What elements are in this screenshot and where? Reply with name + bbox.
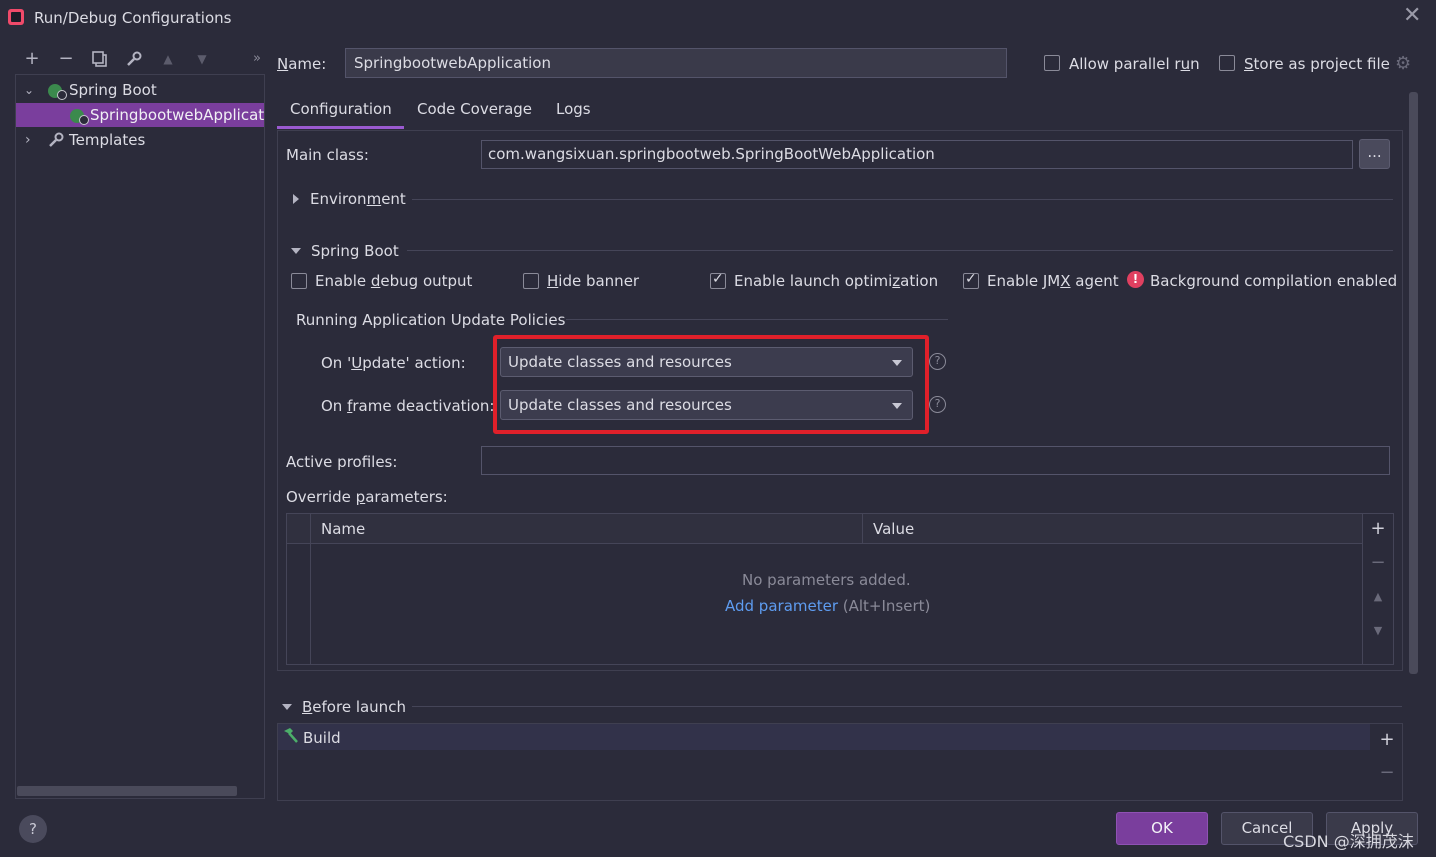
window-title: Run/Debug Configurations <box>34 9 232 27</box>
before-launch-section-toggle[interactable]: Before launch <box>302 698 406 716</box>
spring-boot-icon <box>48 84 67 100</box>
background-compilation-status: Background compilation enabled <box>1150 272 1398 290</box>
enable-jmx-agent-checkbox[interactable] <box>963 271 979 289</box>
move-up-icon[interactable]: ▲ <box>1368 590 1388 603</box>
enable-debug-output-checkbox[interactable] <box>291 273 307 289</box>
column-divider <box>862 514 863 544</box>
update-policies-title: Running Application Update Policies <box>296 311 566 329</box>
more-actions-icon[interactable]: » <box>246 48 268 70</box>
tree-item-label: Spring Boot <box>69 81 157 99</box>
hide-banner-label: Hide banner <box>547 272 640 290</box>
tree-item-templates[interactable]: › Templates <box>16 128 264 155</box>
hammer-icon <box>281 727 299 749</box>
spring-boot-section-toggle[interactable]: Spring Boot <box>311 242 399 260</box>
name-field[interactable]: SpringbootwebApplication <box>345 48 1007 78</box>
gear-icon[interactable]: ⚙ <box>1395 53 1411 74</box>
minus-icon[interactable]: − <box>1368 552 1388 573</box>
tab-logs[interactable]: Logs <box>556 100 591 130</box>
help-button[interactable]: ? <box>19 815 47 843</box>
before-launch-item-label: Build <box>303 729 341 747</box>
on-update-action-label: On 'Update' action: <box>321 354 466 372</box>
store-as-project-file-label: Store as project file <box>1244 55 1390 73</box>
copy-icon[interactable] <box>89 48 111 70</box>
watermark: CSDN @深拥茂沫 <box>1283 832 1414 851</box>
vertical-scrollbar[interactable] <box>1409 92 1418 674</box>
column-header-value[interactable]: Value <box>873 520 914 538</box>
help-icon[interactable]: ? <box>929 396 946 413</box>
enable-jmx-agent-label: Enable JMX agent <box>987 272 1119 290</box>
horizontal-scrollbar[interactable] <box>17 786 237 796</box>
highlight-annotation-box <box>493 335 929 434</box>
enable-debug-output-label: Enable debug output <box>315 272 473 290</box>
move-down-icon[interactable]: ▼ <box>1368 624 1388 637</box>
on-frame-deactivation-label: On frame deactivation: <box>321 397 495 415</box>
move-up-icon[interactable]: ▲ <box>157 48 179 70</box>
tree-item-label: Templates <box>69 131 146 149</box>
plus-icon[interactable]: + <box>1368 518 1388 539</box>
configuration-tree: ⌄ Spring Boot SpringbootwebApplication ›… <box>15 74 265 799</box>
add-parameter-shortcut: (Alt+Insert) <box>838 597 931 615</box>
store-as-project-file-checkbox[interactable] <box>1219 55 1235 71</box>
collapse-down-icon[interactable] <box>291 248 301 254</box>
column-divider <box>310 514 311 664</box>
active-tab-indicator <box>277 126 404 129</box>
close-icon[interactable]: ✕ <box>1403 3 1421 28</box>
help-icon[interactable]: ? <box>929 353 946 370</box>
add-parameter-row: Add parameter (Alt+Insert) <box>725 597 930 615</box>
chevron-down-icon: ⌄ <box>24 83 35 97</box>
column-header-name[interactable]: Name <box>321 520 365 538</box>
tree-item-spring-boot[interactable]: ⌄ Spring Boot <box>16 78 264 102</box>
tree-item-springbootweb-application[interactable]: SpringbootwebApplication <box>16 103 265 127</box>
enable-launch-optimization-checkbox[interactable] <box>710 271 726 289</box>
expand-right-icon[interactable] <box>293 194 299 204</box>
error-icon: ! <box>1127 271 1144 288</box>
ok-button[interactable]: OK <box>1116 812 1208 845</box>
table-header <box>287 514 1362 544</box>
main-class-label: Main class: <box>286 146 369 164</box>
separator <box>566 319 948 320</box>
enable-launch-optimization-label: Enable launch optimization <box>734 272 939 290</box>
active-profiles-label: Active profiles: <box>286 453 398 471</box>
tree-item-label: SpringbootwebApplication <box>90 106 265 124</box>
separator <box>412 199 1393 200</box>
remove-configuration-button[interactable]: − <box>55 48 77 70</box>
name-label: Name: <box>277 55 327 73</box>
collapse-down-icon[interactable] <box>282 704 292 710</box>
spring-boot-app-icon <box>70 109 89 125</box>
main-class-field[interactable]: com.wangsixuan.springbootweb.SpringBootW… <box>481 140 1353 169</box>
wrench-icon[interactable] <box>123 48 145 70</box>
chevron-right-icon: › <box>25 132 31 148</box>
wrench-icon <box>48 128 64 155</box>
separator <box>412 706 1402 707</box>
add-configuration-button[interactable]: + <box>21 48 43 70</box>
allow-parallel-run-label: Allow parallel run <box>1069 55 1200 73</box>
title-bar: Run/Debug Configurations ✕ <box>0 0 1436 36</box>
minus-icon[interactable]: − <box>1377 762 1397 783</box>
add-parameter-link[interactable]: Add parameter <box>725 597 838 615</box>
environment-section-toggle[interactable]: Environment <box>310 190 406 208</box>
separator <box>407 250 1393 251</box>
empty-table-message: No parameters added. <box>742 571 911 589</box>
tab-code-coverage[interactable]: Code Coverage <box>417 100 532 130</box>
allow-parallel-run-checkbox[interactable] <box>1044 55 1060 71</box>
hide-banner-checkbox[interactable] <box>523 273 539 289</box>
before-launch-item[interactable] <box>278 724 1370 750</box>
intellij-app-icon <box>8 9 24 25</box>
active-profiles-field[interactable] <box>481 446 1390 475</box>
plus-icon[interactable]: + <box>1377 729 1397 750</box>
column-divider <box>1362 514 1363 664</box>
override-parameters-label: Override parameters: <box>286 488 448 506</box>
move-down-icon[interactable]: ▼ <box>191 48 213 70</box>
browse-main-class-button[interactable]: ... <box>1359 139 1390 169</box>
